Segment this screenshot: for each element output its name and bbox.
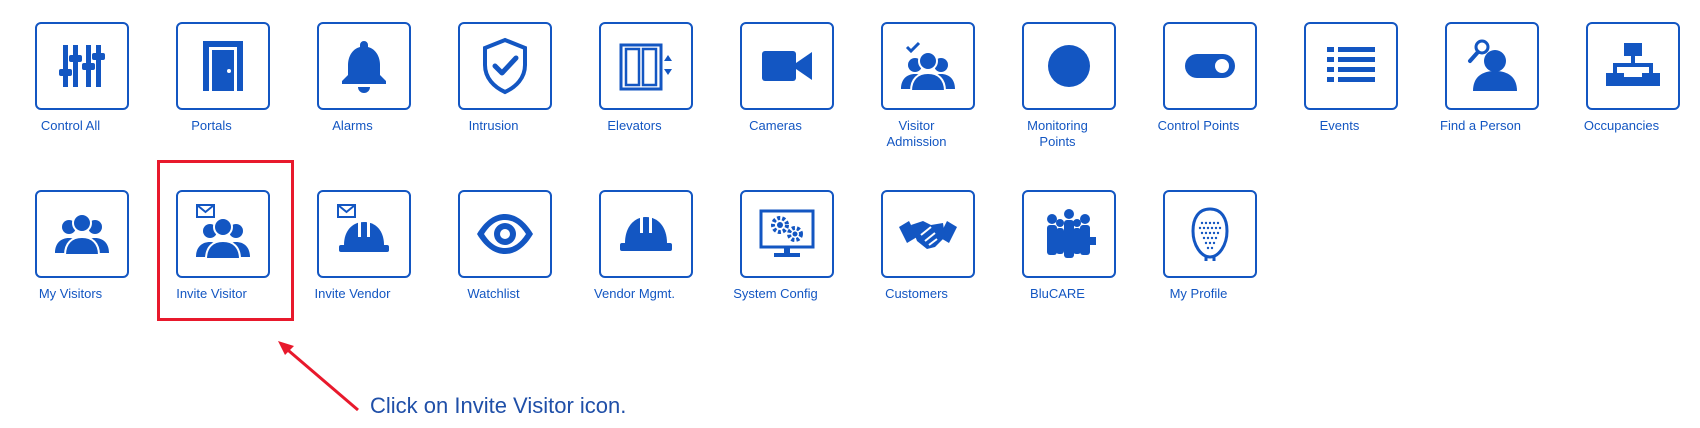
tile-invite-vendor[interactable]: Invite Vendor <box>282 168 423 318</box>
video-camera-icon <box>762 51 812 81</box>
monitor-gears-icon <box>759 209 815 257</box>
tile-events[interactable]: Events <box>1269 0 1410 150</box>
tile-blucare[interactable]: BluCARE <box>987 168 1128 318</box>
org-chart-icon <box>1606 43 1660 86</box>
tile-control-all[interactable]: Control All <box>0 0 141 150</box>
tile-vendor-mgmt[interactable]: Vendor Mgmt. <box>564 168 705 318</box>
tile-portals[interactable]: Portals <box>141 0 282 150</box>
door-icon <box>203 41 243 91</box>
visitor-admission-button[interactable] <box>881 22 975 110</box>
instruction-text: Click on Invite Visitor icon. <box>370 393 627 418</box>
elevator-icon <box>619 43 672 91</box>
sliders-icon <box>59 45 105 87</box>
circle-icon <box>1048 45 1090 87</box>
tile-cameras[interactable]: Cameras <box>705 0 846 150</box>
tile-occupancies[interactable]: Occupancies <box>1551 0 1692 150</box>
vendor-mgmt-button[interactable] <box>599 190 693 278</box>
tile-intrusion[interactable]: Intrusion <box>423 0 564 150</box>
shield-check-icon <box>483 37 527 95</box>
list-icon <box>1327 47 1375 82</box>
tile-elevators[interactable]: Elevators <box>564 0 705 150</box>
tile-my-profile[interactable]: My Profile <box>1128 168 1269 318</box>
tile-control-points[interactable]: Control Points <box>1128 0 1269 150</box>
tile-visitor-admission[interactable]: Visitor Admission <box>846 0 987 150</box>
tile-customers[interactable]: Customers <box>846 168 987 318</box>
monitoring-points-button[interactable] <box>1022 22 1116 110</box>
intrusion-button[interactable] <box>458 22 552 110</box>
tile-label: Occupancies <box>1583 118 1660 133</box>
pointer-arrow-icon <box>278 341 359 412</box>
hardhat-envelope-icon <box>337 204 389 252</box>
tile-alarms[interactable]: Alarms <box>282 0 423 150</box>
bell-icon <box>342 41 386 93</box>
watchlist-button[interactable] <box>458 190 552 278</box>
events-button[interactable] <box>1304 22 1398 110</box>
invite-visitor-highlight-box <box>157 160 294 321</box>
visitor-check-icon <box>901 41 955 92</box>
face-scan-icon <box>1191 207 1229 261</box>
tile-system-config[interactable]: System Config <box>705 168 846 318</box>
tile-my-visitors[interactable]: My Visitors <box>0 168 141 318</box>
blucare-button[interactable] <box>1022 190 1116 278</box>
my-profile-button[interactable] <box>1163 190 1257 278</box>
tile-find-a-person[interactable]: Find a Person <box>1410 0 1551 150</box>
control-all-button[interactable] <box>35 22 129 110</box>
team-icon <box>1047 209 1096 258</box>
eye-icon <box>477 214 533 254</box>
control-points-button[interactable] <box>1163 22 1257 110</box>
toggle-icon <box>1185 54 1235 78</box>
tile-monitoring-points[interactable]: Monitoring Points <box>987 0 1128 150</box>
alarms-button[interactable] <box>317 22 411 110</box>
find-a-person-button[interactable] <box>1445 22 1539 110</box>
elevators-button[interactable] <box>599 22 693 110</box>
handshake-icon <box>899 221 957 249</box>
system-config-button[interactable] <box>740 190 834 278</box>
cameras-button[interactable] <box>740 22 834 110</box>
my-visitors-button[interactable] <box>35 190 129 278</box>
customers-button[interactable] <box>881 190 975 278</box>
tile-label: My Profile <box>1169 286 1228 301</box>
hardhat-icon <box>620 217 672 251</box>
occupancies-button[interactable] <box>1586 22 1680 110</box>
tile-watchlist[interactable]: Watchlist <box>423 168 564 318</box>
portals-button[interactable] <box>176 22 270 110</box>
invite-vendor-button[interactable] <box>317 190 411 278</box>
person-search-icon <box>1468 39 1517 91</box>
people-icon <box>55 213 109 256</box>
